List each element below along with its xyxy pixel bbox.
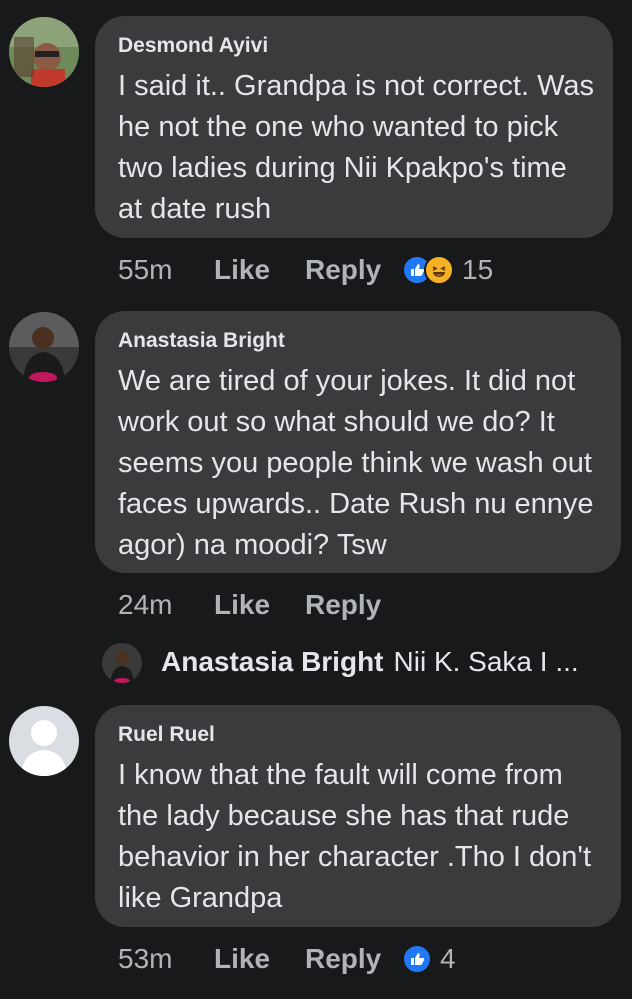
avatar[interactable] [9,706,79,776]
avatar-photo [9,17,79,87]
like-icon [402,944,432,974]
comment-ruel: Ruel Ruel I know that the fault will com… [0,700,632,999]
comment-time[interactable]: 55m [118,254,172,286]
reactions-summary[interactable]: 4 [402,943,456,975]
comment-time[interactable]: 53m [118,943,172,975]
comment-text: We are tired of your jokes. It did not w… [118,365,594,561]
comment-bubble: Anastasia Bright We are tired of your jo… [95,311,621,573]
haha-icon [424,255,454,285]
comment-bubble: Ruel Ruel I know that the fault will com… [95,705,621,927]
reactions-summary[interactable]: 15 [402,254,493,286]
like-button[interactable]: Like [214,254,270,286]
comment-bubble: Desmond Ayivi I said it.. Grandpa is not… [95,16,613,238]
reply-button[interactable]: Reply [305,254,381,286]
comment-text: I said it.. Grandpa is not correct. Was … [118,70,594,225]
reply-author: Anastasia Bright [161,646,384,677]
reaction-count: 15 [462,254,494,285]
comment-anastasia: Anastasia Bright We are tired of your jo… [0,300,632,700]
default-avatar-icon [9,706,79,776]
reply-preview[interactable]: Anastasia Bright Nii K. Saka I ... [0,640,632,688]
comment-time[interactable]: 24m [118,589,172,621]
avatar-photo [102,643,142,683]
reply-avatar [102,643,142,683]
like-button[interactable]: Like [214,589,270,621]
like-button[interactable]: Like [214,943,270,975]
avatar-photo [9,312,79,382]
comment-author[interactable]: Ruel Ruel [118,723,215,747]
comment-desmond: Desmond Ayivi I said it.. Grandpa is not… [0,0,632,300]
reaction-count: 4 [440,943,456,974]
comment-author[interactable]: Anastasia Bright [118,329,285,353]
comment-text: I know that the fault will come from the… [118,759,592,914]
reply-snippet: Nii K. Saka I ... [393,646,579,677]
reply-button[interactable]: Reply [305,589,381,621]
avatar[interactable] [9,312,79,382]
reply-button[interactable]: Reply [305,943,381,975]
comment-author[interactable]: Desmond Ayivi [118,34,268,58]
avatar[interactable] [9,17,79,87]
